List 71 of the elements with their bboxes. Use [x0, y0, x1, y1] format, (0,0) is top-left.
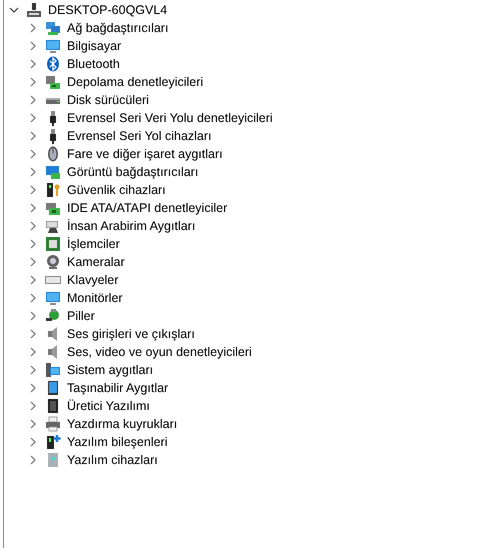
webcam-icon — [45, 254, 61, 270]
expand-chevron-icon[interactable] — [28, 131, 38, 141]
tablet-icon — [45, 380, 61, 396]
tower-icon — [45, 452, 61, 468]
device-category[interactable]: Depolama denetleyicileri — [67, 75, 204, 89]
device-category[interactable]: Taşınabilir Aygıtlar — [67, 381, 168, 395]
monitor-icon — [45, 290, 61, 306]
expand-chevron-icon[interactable] — [28, 257, 38, 267]
expand-chevron-icon[interactable] — [28, 77, 38, 87]
printer-icon — [45, 416, 61, 432]
expand-chevron-icon[interactable] — [28, 95, 38, 105]
device-category[interactable]: Piller — [67, 309, 95, 323]
device-category[interactable]: Monitörler — [67, 291, 123, 305]
expand-chevron-icon[interactable] — [28, 149, 38, 159]
device-category[interactable]: İnsan Arabirim Aygıtları — [67, 219, 196, 233]
expand-chevron-icon[interactable] — [28, 41, 38, 51]
expand-chevron-icon[interactable] — [28, 221, 38, 231]
device-category[interactable]: Disk sürücüleri — [67, 93, 149, 107]
expand-chevron-icon[interactable] — [28, 167, 38, 177]
device-category[interactable]: IDE ATA/ATAPI denetleyiciler — [67, 201, 228, 215]
device-category[interactable]: Yazılım cihazları — [67, 453, 158, 467]
device-category[interactable]: Evrensel Seri Veri Yolu denetleyicileri — [67, 111, 273, 125]
component-tower-icon — [45, 434, 61, 450]
device-category[interactable]: Sistem aygıtları — [67, 363, 154, 377]
system-device-icon — [45, 362, 61, 378]
device-category[interactable]: Fare ve diğer işaret aygıtları — [67, 147, 223, 161]
storage-controller-icon — [45, 74, 61, 90]
expand-chevron-icon[interactable] — [28, 185, 38, 195]
battery-plug-icon — [45, 308, 61, 324]
device-category[interactable]: Ses, video ve oyun denetleyicileri — [67, 345, 252, 359]
device-category[interactable]: Klavyeler — [67, 273, 118, 287]
device-category[interactable]: Evrensel Seri Yol cihazları — [67, 129, 212, 143]
device-category[interactable]: Ses girişleri ve çıkışları — [67, 327, 195, 341]
collapse-chevron-icon[interactable] — [9, 5, 19, 15]
expand-chevron-icon[interactable] — [28, 113, 38, 123]
expand-chevron-icon[interactable] — [28, 275, 38, 285]
device-category[interactable]: Güvenlik cihazları — [67, 183, 166, 197]
expand-chevron-icon[interactable] — [28, 329, 38, 339]
expand-chevron-icon[interactable] — [28, 347, 38, 357]
expand-chevron-icon[interactable] — [28, 293, 38, 303]
bluetooth-icon — [45, 56, 61, 72]
device-category[interactable]: Bluetooth — [67, 57, 120, 71]
device-category[interactable]: Görüntü bağdaştırıcıları — [67, 165, 198, 179]
device-category[interactable]: Kameralar — [67, 255, 125, 269]
expand-chevron-icon[interactable] — [28, 437, 38, 447]
computer-name[interactable]: DESKTOP-60QGVL4 — [48, 3, 168, 17]
key-icon — [45, 182, 61, 198]
monitor-icon — [45, 38, 61, 54]
network-icon — [45, 20, 61, 36]
expand-chevron-icon[interactable] — [28, 311, 38, 321]
expand-chevron-icon[interactable] — [28, 23, 38, 33]
expand-chevron-icon[interactable] — [28, 59, 38, 69]
chip-icon — [45, 398, 61, 414]
device-category[interactable]: Üretici Yazılımı — [67, 399, 150, 413]
expand-chevron-icon[interactable] — [28, 401, 38, 411]
device-category[interactable]: Ağ bağdaştırıcıları — [67, 21, 168, 35]
device-category[interactable]: İşlemciler — [67, 237, 120, 251]
mouse-icon — [45, 146, 61, 162]
expand-chevron-icon[interactable] — [28, 383, 38, 393]
device-category[interactable]: Yazdırma kuyrukları — [67, 417, 178, 431]
controller-card-icon — [45, 200, 61, 216]
expand-chevron-icon[interactable] — [28, 455, 38, 465]
processor-icon — [45, 236, 61, 252]
display-adapter-icon — [45, 164, 61, 180]
expand-chevron-icon[interactable] — [28, 419, 38, 429]
device-category[interactable]: Bilgisayar — [67, 39, 122, 53]
expand-chevron-icon[interactable] — [28, 365, 38, 375]
computer-icon — [26, 2, 42, 18]
expand-chevron-icon[interactable] — [28, 203, 38, 213]
device-category[interactable]: Yazılım bileşenleri — [67, 435, 168, 449]
expand-chevron-icon[interactable] — [28, 239, 38, 249]
